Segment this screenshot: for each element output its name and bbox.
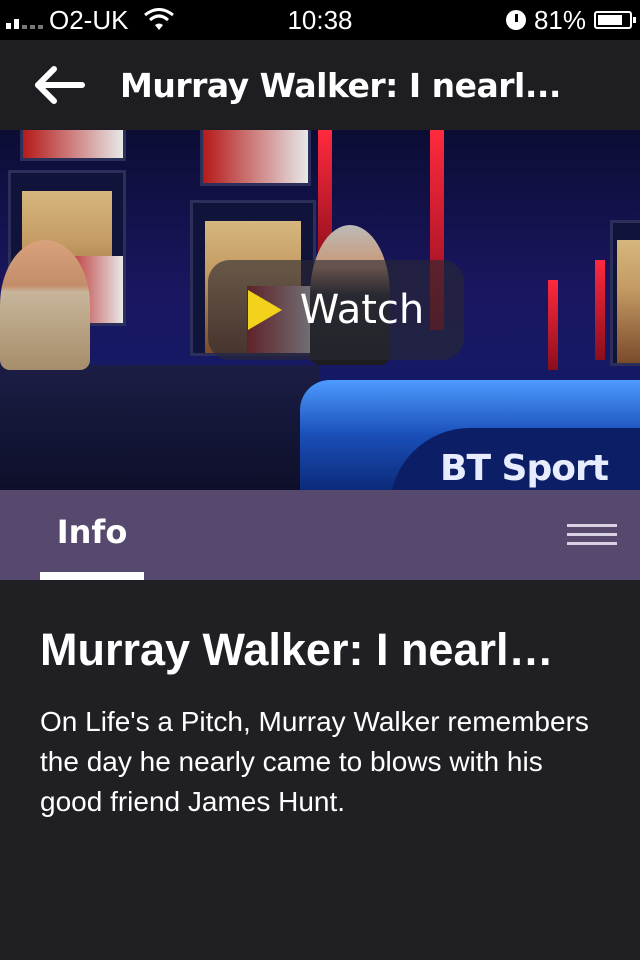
studio-screen: [20, 130, 126, 161]
status-right: 81%: [505, 4, 640, 36]
signal-icon: [6, 11, 43, 29]
watch-button[interactable]: Watch: [208, 260, 464, 360]
studio-screen: [610, 220, 640, 366]
battery-fill: [598, 15, 623, 25]
back-button[interactable]: [0, 40, 120, 130]
video-thumbnail[interactable]: BT Sport Watch: [0, 130, 640, 490]
play-icon: [247, 290, 282, 330]
presenter: [0, 240, 90, 370]
top-app-bar: Murray Walker: I nearl...: [0, 40, 640, 130]
carrier-label: O2-UK: [49, 4, 129, 35]
menu-icon: [560, 524, 624, 545]
battery-percent: 81%: [533, 4, 586, 35]
studio-light: [595, 260, 605, 360]
studio-screen: [200, 130, 311, 186]
page-title: Murray Walker: I nearl...: [120, 65, 561, 105]
menu-button[interactable]: [560, 516, 624, 556]
battery-icon: [594, 11, 636, 29]
back-arrow-icon: [35, 66, 85, 104]
video-description: On Life's a Pitch, Murray Walker remembe…: [40, 706, 589, 817]
tab-info[interactable]: Info: [40, 490, 144, 580]
bt-sport-logo-text: BT Sport: [440, 448, 609, 489]
wifi-icon: [144, 8, 175, 30]
studio-light: [548, 280, 558, 370]
tab-info-label: Info: [56, 513, 128, 551]
watch-label: Watch: [299, 287, 425, 333]
alarm-clock-icon: [505, 10, 526, 30]
info-panel: Murray Walker: I nearl… On Life's a Pitc…: [40, 620, 600, 822]
status-bar: O2-UK 10:38 81%: [0, 0, 640, 40]
video-title: Murray Walker: I nearl…: [40, 624, 554, 675]
tab-active-indicator: [40, 572, 144, 580]
studio-desk: [0, 365, 320, 490]
status-left: O2-UK: [0, 5, 176, 36]
